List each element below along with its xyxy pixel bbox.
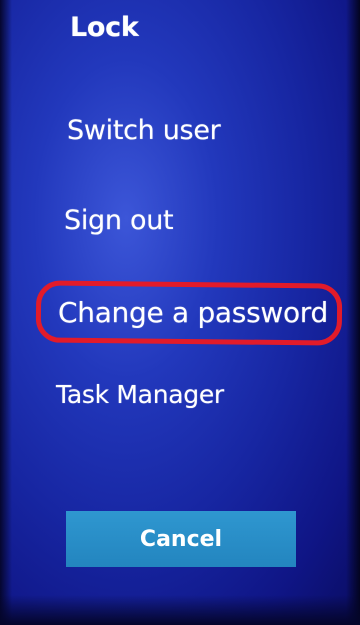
- menu-item-sign-out[interactable]: Sign out: [64, 205, 174, 236]
- photo-edge-right: [346, 0, 360, 625]
- cancel-button[interactable]: Cancel: [66, 511, 296, 567]
- photo-edge-bottom: [0, 595, 360, 625]
- menu-item-change-password[interactable]: Change a password: [58, 296, 328, 329]
- menu-item-switch-user[interactable]: Switch user: [67, 115, 221, 146]
- menu-item-task-manager[interactable]: Task Manager: [56, 380, 224, 409]
- security-options-screen: Lock Switch user Sign out Change a passw…: [0, 0, 360, 625]
- menu-item-lock[interactable]: Lock: [70, 12, 139, 43]
- photo-edge-left: [0, 0, 12, 625]
